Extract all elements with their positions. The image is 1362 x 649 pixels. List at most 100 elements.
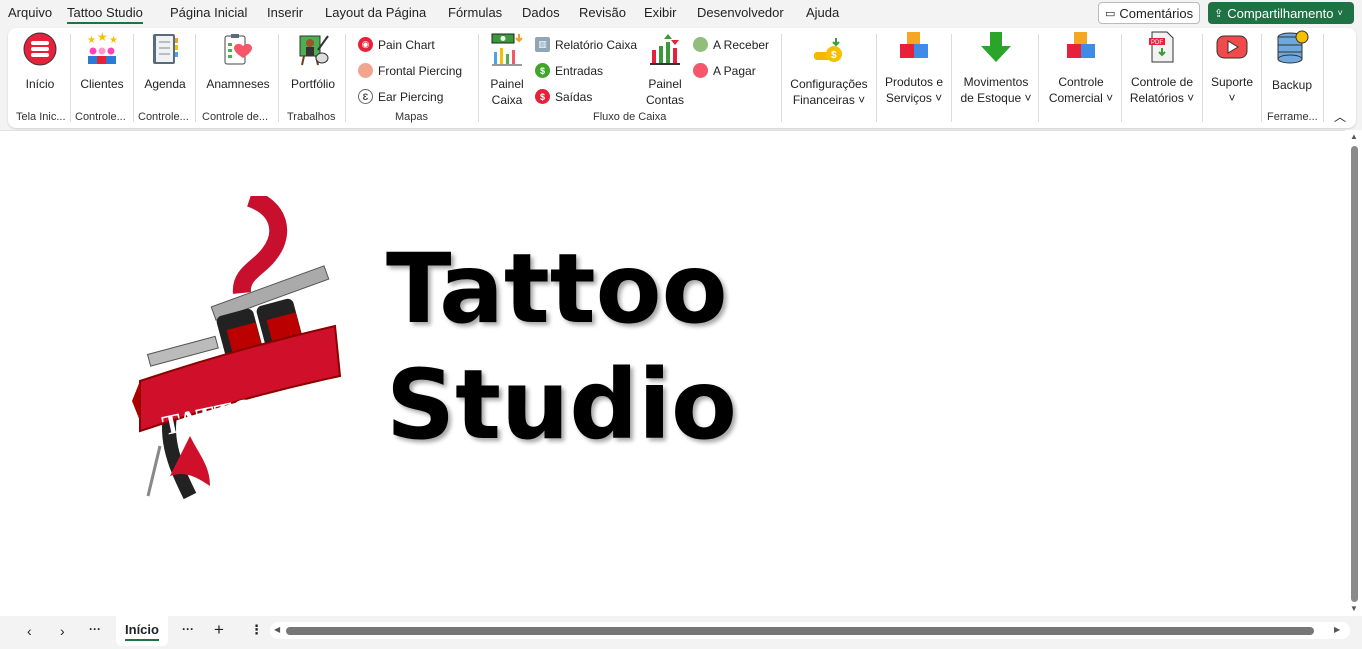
more-sheets-icon[interactable]: ···	[182, 622, 194, 636]
prev-sheet-icon[interactable]: ‹	[27, 623, 32, 639]
sheet-area[interactable]: TATTOO Tattoo Studio	[0, 130, 1345, 616]
group-label-controle-agenda: Controle...	[138, 111, 189, 123]
controle-comercial-button[interactable]: Controle Comercial ˅	[1042, 30, 1120, 106]
options-vertical-icon[interactable]: ⋮	[250, 622, 263, 638]
sheet-tab-inicio[interactable]: Início	[116, 616, 168, 646]
scroll-right-icon[interactable]: ▶	[1334, 625, 1340, 634]
group-label-tela-inicial: Tela Inic...	[16, 111, 66, 123]
horizontal-scroll-thumb[interactable]	[286, 627, 1314, 635]
vertical-scrollbar[interactable]: ▲ ▼	[1345, 130, 1362, 616]
svg-text:★: ★	[87, 35, 96, 46]
group-label-controle-clientes: Controle...	[75, 111, 126, 123]
logo-title-line2: Studio	[386, 349, 737, 461]
inicio-button[interactable]: Início	[16, 32, 64, 92]
money-bag-red-icon	[693, 63, 708, 78]
frontal-piercing-label: Frontal Piercing	[378, 63, 463, 78]
ribbon: Início ★ ★ ★ Clientes Agenda Anamneses Por…	[8, 28, 1356, 128]
entradas-button[interactable]: $ Entradas	[535, 63, 603, 78]
a-pagar-label: A Pagar	[713, 63, 756, 78]
controle-comercial-label: Controle Comercial ˅	[1048, 75, 1114, 105]
ear-icon: Ɛ	[358, 89, 373, 104]
inicio-label: Início	[25, 77, 55, 91]
pain-chart-button[interactable]: ◉ Pain Chart	[358, 37, 435, 52]
sheet-tab-label: Início	[125, 622, 159, 641]
relatorio-caixa-button[interactable]: ▥ Relatório Caixa	[535, 37, 637, 52]
menu-ajuda[interactable]: Ajuda	[806, 5, 839, 20]
gold-coins-icon: $	[814, 38, 842, 62]
controle-relatorios-button[interactable]: PDF Controle de Relatórios ˅	[1125, 30, 1199, 106]
face-icon	[358, 63, 373, 78]
cubes-icon	[900, 32, 928, 58]
painel-contas-button[interactable]: Painel Contas	[644, 32, 686, 108]
portfolio-button[interactable]: Portfólio	[286, 32, 340, 92]
scroll-down-icon[interactable]: ▼	[1350, 604, 1358, 613]
share-button[interactable]: ⇪ Compartilhamento ˅	[1208, 2, 1354, 24]
chevron-down-icon: ˅	[1337, 8, 1343, 18]
painel-caixa-label: Painel Caixa	[490, 77, 524, 107]
menu-exibir[interactable]: Exibir	[644, 5, 677, 20]
comments-button[interactable]: ▭ Comentários	[1098, 2, 1200, 24]
menu-circle-icon	[23, 32, 57, 66]
menu-arquivo[interactable]: Arquivo	[8, 5, 52, 20]
vertical-scroll-thumb[interactable]	[1351, 146, 1358, 602]
group-label-mapas: Mapas	[395, 111, 429, 123]
target-icon: ◉	[358, 37, 373, 52]
saidas-button[interactable]: $ Saídas	[535, 89, 592, 104]
anamneses-label: Anamneses	[206, 77, 270, 91]
produtos-servicos-label: Produtos e Serviços ˅	[884, 75, 944, 105]
add-sheet-icon[interactable]: +	[214, 620, 224, 640]
logo-title: Tattoo Studio	[386, 231, 737, 463]
anamneses-button[interactable]: Anamneses	[202, 32, 274, 92]
ear-piercing-button[interactable]: Ɛ Ear Piercing	[358, 89, 443, 104]
comment-icon: ▭	[1105, 7, 1116, 20]
saidas-label: Saídas	[555, 89, 593, 104]
clients-stars-icon: ★ ★ ★	[87, 30, 118, 64]
backup-button[interactable]: Backup	[1266, 30, 1318, 93]
pdf-file-icon: PDF	[1149, 31, 1174, 63]
menu-dados[interactable]: Dados	[522, 5, 560, 20]
relatorio-caixa-label: Relatório Caixa	[555, 37, 638, 52]
agenda-button[interactable]: Agenda	[140, 32, 190, 92]
next-sheet-icon[interactable]: ›	[60, 623, 65, 639]
agenda-book-icon	[153, 34, 178, 64]
produtos-servicos-button[interactable]: Produtos e Serviços ˅	[881, 30, 947, 106]
painel-caixa-button[interactable]: Painel Caixa	[486, 32, 528, 108]
movimentos-estoque-button[interactable]: Movimentos de Estoque ˅	[956, 30, 1036, 106]
clientes-label: Clientes	[80, 77, 124, 91]
backup-label: Backup	[1271, 78, 1313, 92]
group-label-controle-de: Controle de...	[202, 111, 269, 123]
scroll-up-icon[interactable]: ▲	[1350, 132, 1358, 141]
agenda-label: Agenda	[144, 77, 186, 91]
svg-text:★: ★	[97, 32, 108, 44]
money-bag-green-icon	[693, 37, 708, 52]
svg-text:$: $	[831, 50, 837, 61]
share-icon: ⇪	[1214, 7, 1224, 20]
menu-revisao[interactable]: Revisão	[579, 5, 626, 20]
youtube-icon	[1216, 35, 1248, 59]
horizontal-scrollbar[interactable]: ◀ ▶	[270, 622, 1350, 639]
suporte-label: Suporte ˅	[1210, 75, 1254, 105]
config-financeiras-label: Configurações Financeiras ˅	[790, 77, 868, 107]
menu-inserir[interactable]: Inserir	[267, 5, 303, 20]
suporte-button[interactable]: Suporte ˅	[1206, 30, 1258, 106]
group-label-trabalhos: Trabalhos	[287, 111, 336, 123]
menu-desenvolvedor[interactable]: Desenvolvedor	[697, 5, 784, 20]
more-sheets-icon[interactable]: ···	[89, 622, 101, 636]
menu-formulas[interactable]: Fórmulas	[448, 5, 502, 20]
database-icon	[1277, 30, 1309, 64]
a-receber-button[interactable]: A Receber	[693, 37, 769, 52]
config-financeiras-button[interactable]: $ Configurações Financeiras ˅	[787, 38, 871, 108]
frontal-piercing-button[interactable]: Frontal Piercing	[358, 63, 462, 78]
portfolio-label: Portfólio	[290, 77, 336, 91]
bar-arrows-icon	[650, 34, 680, 65]
collapse-ribbon-icon[interactable]: ︿	[1334, 108, 1346, 125]
dollar-green-icon: $	[535, 63, 550, 78]
a-pagar-button[interactable]: A Pagar	[693, 63, 756, 78]
menu-tattoo-studio[interactable]: Tattoo Studio	[67, 5, 143, 24]
entradas-label: Entradas	[555, 63, 604, 78]
scroll-left-icon[interactable]: ◀	[274, 625, 280, 634]
menu-layout[interactable]: Layout da Página	[325, 5, 426, 20]
menu-pagina-inicial[interactable]: Página Inicial	[170, 5, 247, 20]
clientes-button[interactable]: ★ ★ ★ Clientes	[76, 30, 128, 92]
cubes-icon	[1067, 32, 1095, 58]
